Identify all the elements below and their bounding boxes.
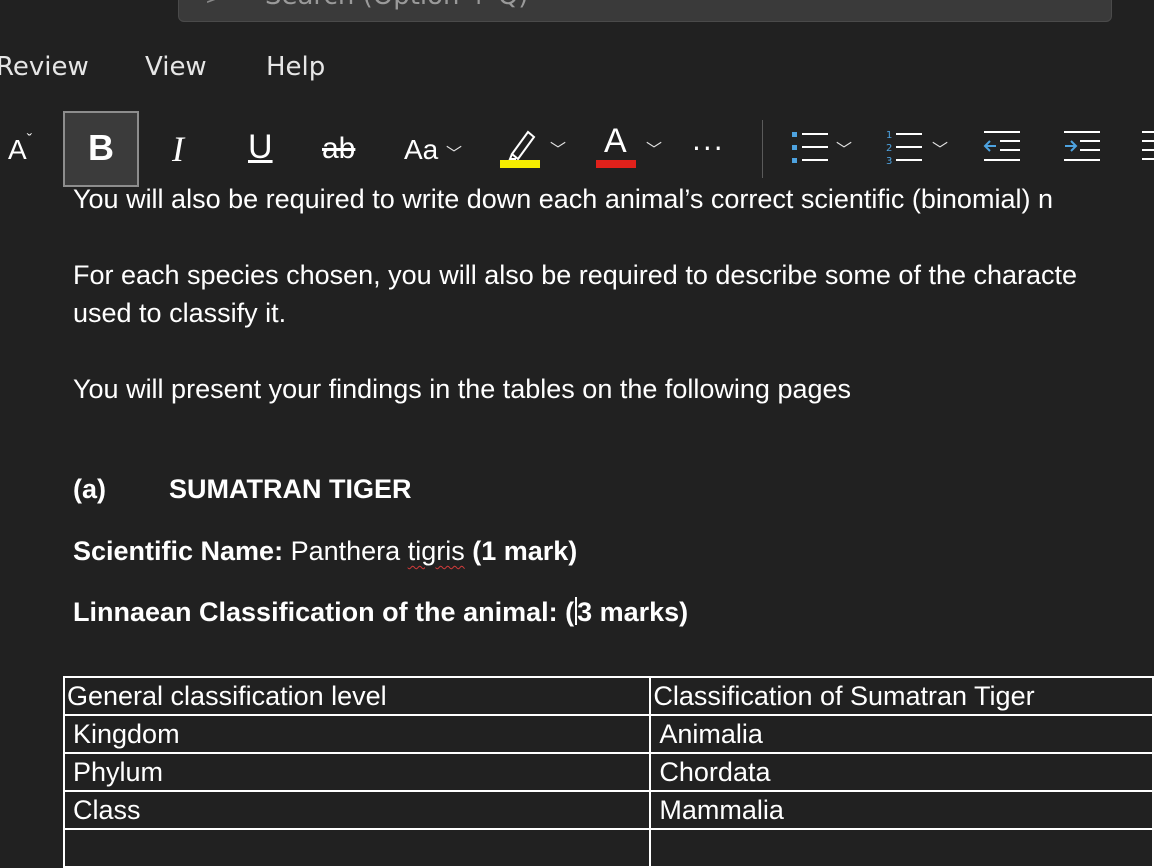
- strike-label: ab: [322, 132, 356, 165]
- search-box[interactable]: > Search (Option + Q): [178, 0, 1112, 22]
- scientific-name-marks: (1 mark): [472, 536, 578, 566]
- change-case-button[interactable]: Aa ﹀: [404, 134, 462, 166]
- table-cell[interactable]: Animalia: [649, 714, 1154, 754]
- svg-text:2: 2: [886, 143, 892, 154]
- table-header-cell[interactable]: Classification of Sumatran Tiger: [649, 676, 1154, 716]
- highlight-button[interactable]: ﹀: [500, 126, 580, 176]
- grow-font-button[interactable]: Aˇ: [8, 132, 33, 166]
- paragraph-characteristics: For each species chosen, you will also b…: [73, 260, 1078, 290]
- highlight-color-swatch: [500, 160, 540, 168]
- table-row: Kingdom Animalia: [62, 714, 1154, 754]
- caret-up-icon: ˇ: [26, 132, 33, 149]
- highlighter-icon: [500, 130, 540, 168]
- chevron-down-icon: ﹀: [550, 140, 567, 159]
- decrease-indent-icon: [983, 131, 1020, 161]
- paragraph-present-findings: You will present your findings in the ta…: [73, 374, 852, 404]
- case-label: Aa: [404, 134, 439, 165]
- increase-indent-icon: [1064, 131, 1100, 161]
- strikethrough-button[interactable]: ab: [322, 132, 355, 166]
- scientific-name-line: Scientific Name: Panthera tigris (1 mark…: [73, 536, 577, 567]
- grow-font-label: A: [8, 134, 27, 165]
- more-label: ···: [692, 132, 725, 165]
- chevron-down-icon: ﹀: [932, 140, 949, 159]
- svg-text:3: 3: [886, 156, 892, 167]
- section-letter: (a): [73, 474, 106, 504]
- align-button[interactable]: [1140, 128, 1154, 172]
- table-row: Class Mammalia: [62, 790, 1154, 830]
- table-header-cell[interactable]: General classification level: [62, 676, 652, 716]
- section-title: SUMATRAN TIGER: [169, 474, 412, 504]
- paragraph-scientific-name: You will also be required to write down …: [73, 184, 1053, 214]
- linnaean-line: Linnaean Classification of the animal: (…: [73, 597, 688, 628]
- linnaean-marks: 3 marks): [577, 597, 689, 627]
- table-row: [62, 828, 1154, 868]
- table-row: Phylum Chordata: [62, 752, 1154, 792]
- underline-label: U: [248, 128, 273, 166]
- chevron-down-icon: ﹀: [836, 140, 853, 159]
- italic-label: I: [172, 129, 184, 169]
- font-color-swatch: [596, 160, 636, 168]
- increase-indent-button[interactable]: [1062, 128, 1102, 172]
- chevron-down-icon: ﹀: [446, 146, 463, 163]
- svg-text:1: 1: [886, 130, 892, 141]
- classification-table[interactable]: General classification level Classificat…: [62, 676, 1154, 868]
- title-bar: > Search (Option + Q) Review View Help: [0, 0, 1154, 108]
- italic-button[interactable]: I: [172, 128, 184, 170]
- table-cell[interactable]: Phylum: [62, 752, 652, 792]
- table-header-row: General classification level Classificat…: [62, 676, 1154, 716]
- table-cell[interactable]: Chordata: [649, 752, 1154, 792]
- bold-label: B: [88, 127, 114, 168]
- search-chevron-icon: >: [205, 0, 222, 9]
- ribbon-separator: [762, 120, 763, 178]
- underline-button[interactable]: U: [248, 128, 273, 167]
- numbering-button[interactable]: 1 2 3 ﹀: [884, 128, 956, 172]
- menu-view[interactable]: View: [145, 52, 207, 82]
- table-cell[interactable]: Class: [62, 790, 652, 830]
- bullets-button[interactable]: ﹀: [790, 128, 860, 172]
- bullet-list-icon: [792, 132, 828, 163]
- menu-review[interactable]: Review: [0, 52, 89, 82]
- scientific-name-label: Scientific Name:: [73, 536, 284, 566]
- numbered-list-icon: 1 2 3: [886, 130, 922, 167]
- align-left-icon: [1142, 131, 1154, 160]
- font-color-label: A: [604, 122, 627, 160]
- table-cell[interactable]: Kingdom: [62, 714, 652, 754]
- decrease-indent-button[interactable]: [982, 128, 1022, 172]
- menu-help[interactable]: Help: [266, 52, 325, 82]
- more-options-button[interactable]: ···: [692, 132, 725, 165]
- linnaean-label: Linnaean Classification of the animal: (: [73, 597, 575, 627]
- scientific-name-species: tigris: [407, 536, 465, 566]
- scientific-name-genus: Panthera: [290, 536, 401, 566]
- search-placeholder: Search (Option + Q): [265, 0, 528, 11]
- table-cell[interactable]: [649, 828, 1154, 868]
- table-cell[interactable]: Mammalia: [649, 790, 1154, 830]
- chevron-down-icon: ﹀: [646, 140, 663, 159]
- paragraph-classify: used to classify it.: [73, 298, 287, 328]
- table-cell[interactable]: [62, 828, 652, 868]
- font-color-button[interactable]: A ﹀: [596, 122, 672, 178]
